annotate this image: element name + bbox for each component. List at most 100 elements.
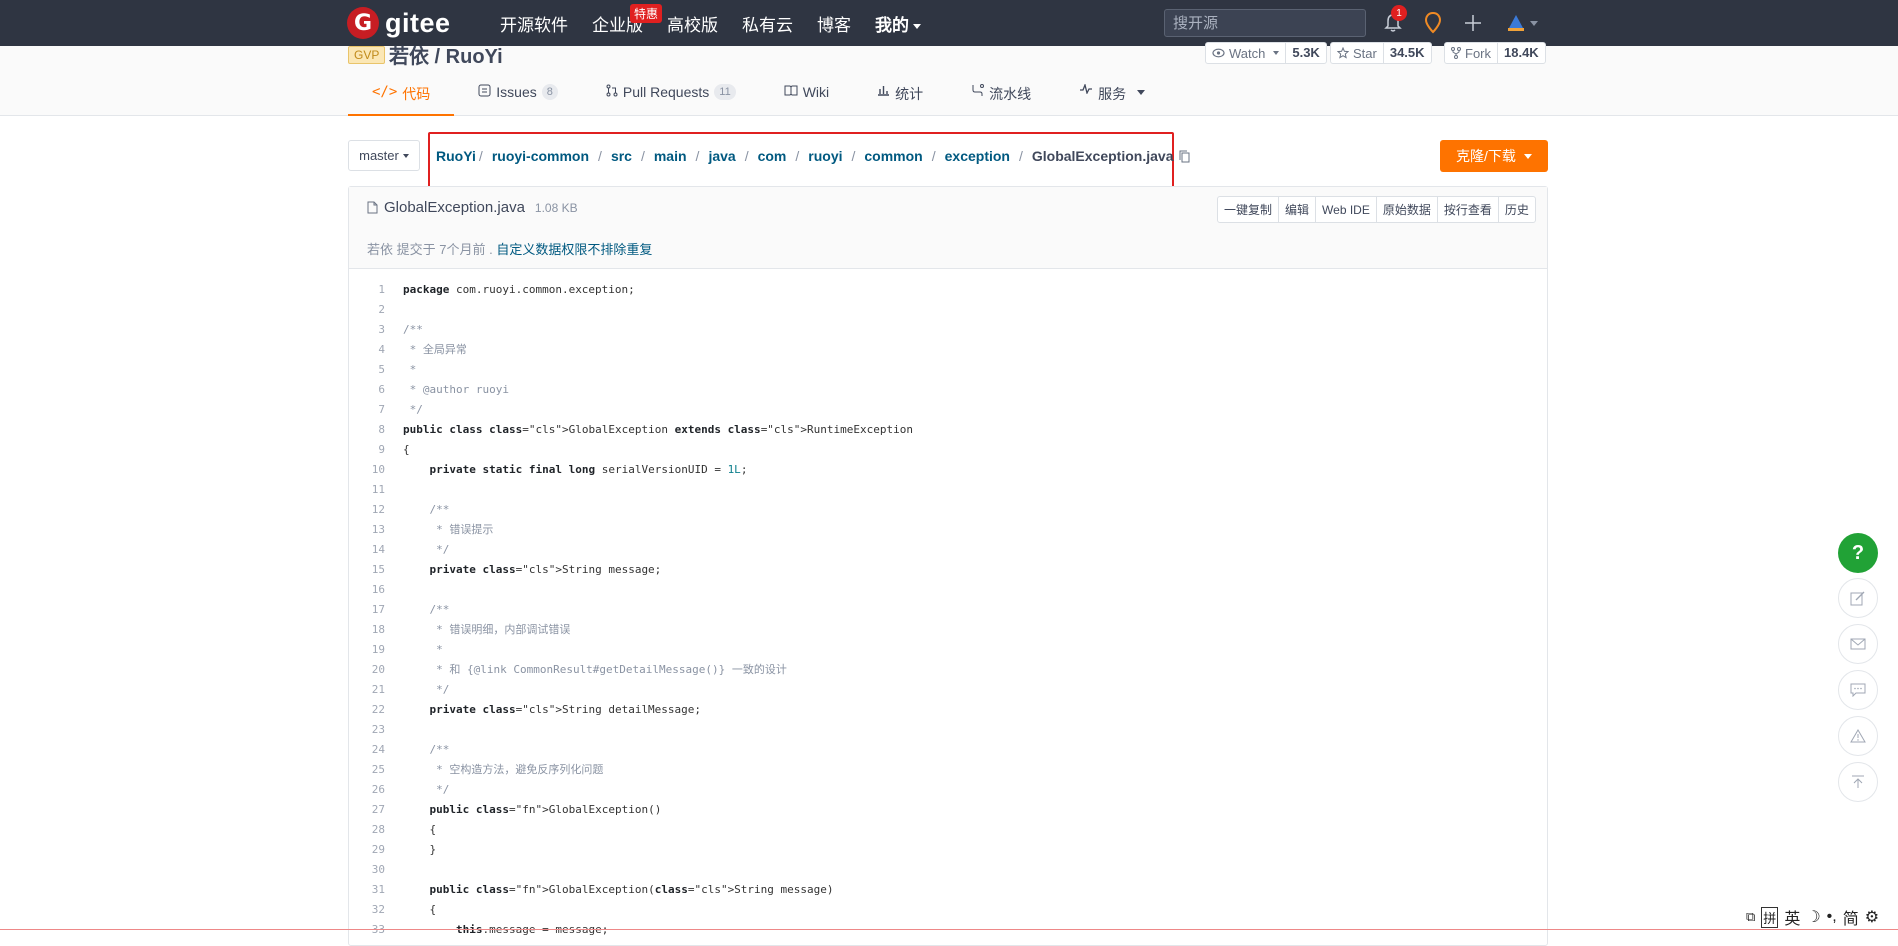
watch-count[interactable]: 5.3K [1285,43,1325,63]
line-number[interactable]: 2 [349,303,385,316]
help-button[interactable]: ? [1838,533,1878,573]
line-number[interactable]: 6 [349,383,385,396]
file-actions: 一键复制 编辑 Web IDE 原始数据 按行查看 历史 [1217,196,1536,223]
line-number[interactable]: 26 [349,783,385,796]
back-to-top-button[interactable] [1838,762,1878,802]
line-number[interactable]: 16 [349,583,385,596]
line-number[interactable]: 17 [349,603,385,616]
star-button[interactable]: Star [1331,43,1383,63]
line-number[interactable]: 1 [349,283,385,296]
line-number[interactable]: 31 [349,883,385,896]
line-number[interactable]: 15 [349,563,385,576]
line-number[interactable]: 23 [349,723,385,736]
line-number[interactable]: 22 [349,703,385,716]
tab-wiki[interactable]: Wiki [760,80,853,116]
ime-english[interactable]: 英 [1784,905,1800,929]
ime-pinyin[interactable]: 拼 [1761,906,1779,928]
watch-group[interactable]: Watch 5.3K [1205,42,1327,64]
blame-button[interactable]: 按行查看 [1436,197,1498,222]
line-number[interactable]: 4 [349,343,385,356]
line-number[interactable]: 28 [349,823,385,836]
breadcrumb-separator: / [478,148,483,164]
breadcrumb-item[interactable]: exception [945,148,1010,164]
line-number[interactable]: 20 [349,663,385,676]
breadcrumb-item[interactable]: java [708,148,735,164]
location-pin-icon[interactable] [1420,10,1446,36]
tab-issues[interactable]: Issues 8 [454,80,582,116]
line-number[interactable]: 32 [349,903,385,916]
line-number[interactable]: 19 [349,643,385,656]
line-number[interactable]: 11 [349,483,385,496]
gvp-badge[interactable]: GVP [348,46,386,64]
tab-pipeline[interactable]: 流水线 [947,80,1055,116]
star-count[interactable]: 34.5K [1382,43,1431,63]
ime-simplified[interactable]: 简 [1843,905,1859,929]
tab-services[interactable]: 服务 [1055,80,1169,116]
commit-message-link[interactable]: 自定义数据权限不排除重复 [496,242,652,257]
line-number[interactable]: 8 [349,423,385,436]
copy-path-icon[interactable] [1179,150,1190,163]
clone-download-button[interactable]: 克隆/下载 [1440,140,1548,172]
plus-icon[interactable] [1460,10,1486,36]
user-avatar-menu[interactable] [1502,10,1542,36]
mail-button[interactable] [1838,624,1878,664]
line-number[interactable]: 12 [349,503,385,516]
nav-private-cloud[interactable]: 私有云 [742,11,793,36]
line-number[interactable]: 30 [349,863,385,876]
nav-blog[interactable]: 博客 [817,11,851,36]
nav-mine[interactable]: 我的 [875,11,921,36]
line-number[interactable]: 3 [349,323,385,336]
line-number[interactable]: 14 [349,543,385,556]
star-group[interactable]: Star 34.5K [1330,42,1432,64]
line-number[interactable]: 13 [349,523,385,536]
punctuation-icon[interactable]: •, [1827,908,1837,926]
line-content: { [403,902,437,916]
nav-university[interactable]: 高校版 [667,11,718,36]
breadcrumb-item[interactable]: ruoyi-common [492,148,589,164]
chat-button[interactable] [1838,670,1878,710]
branch-selector[interactable]: master [348,140,420,171]
line-number[interactable]: 21 [349,683,385,696]
line-content: /** [403,602,450,616]
watch-button[interactable]: Watch [1206,43,1285,63]
breadcrumb-item[interactable]: src [611,148,632,164]
breadcrumb-item[interactable]: common [864,148,922,164]
fork-group[interactable]: Fork 18.4K [1444,42,1546,64]
line-content: * 空构造方法，避免反序列化问题 [403,763,604,776]
breadcrumb-item[interactable]: ruoyi [808,148,842,164]
repo-title[interactable]: 若依 / RuoYi [389,40,503,69]
commit-author[interactable]: 若依 [367,242,393,257]
book-icon [784,85,798,96]
line-number[interactable]: 25 [349,763,385,776]
tab-code[interactable]: </> 代码 [348,80,455,116]
report-button[interactable] [1838,716,1878,756]
edit-button[interactable]: 编辑 [1278,197,1315,222]
ime-logo-icon[interactable]: ⧉ [1746,909,1755,925]
line-number[interactable]: 29 [349,843,385,856]
copy-all-button[interactable]: 一键复制 [1218,197,1278,222]
moon-icon[interactable]: ☽ [1806,907,1820,927]
line-number[interactable]: 10 [349,463,385,476]
breadcrumb-item[interactable]: com [758,148,787,164]
line-number[interactable]: 9 [349,443,385,456]
search-input[interactable] [1164,9,1366,37]
history-button[interactable]: 历史 [1497,197,1535,222]
line-number[interactable]: 27 [349,803,385,816]
tab-stats[interactable]: 统计 [853,80,947,116]
line-number[interactable]: 5 [349,363,385,376]
breadcrumb-item[interactable]: RuoYi [436,148,476,164]
feedback-edit-button[interactable] [1838,578,1878,618]
gitee-logo[interactable]: G gitee [347,7,451,39]
line-number[interactable]: 18 [349,623,385,636]
line-number[interactable]: 7 [349,403,385,416]
line-number[interactable]: 24 [349,743,385,756]
breadcrumb-item[interactable]: main [654,148,687,164]
fork-count[interactable]: 18.4K [1497,43,1545,63]
web-ide-button[interactable]: Web IDE [1315,197,1376,222]
nav-open-source[interactable]: 开源软件 [500,11,568,36]
tab-pull-requests[interactable]: Pull Requests 11 [582,80,760,116]
gear-icon[interactable]: ⚙ [1865,907,1879,927]
branch-chevron-down-icon [402,153,409,158]
fork-button[interactable]: Fork [1445,43,1497,63]
raw-button[interactable]: 原始数据 [1375,197,1437,222]
